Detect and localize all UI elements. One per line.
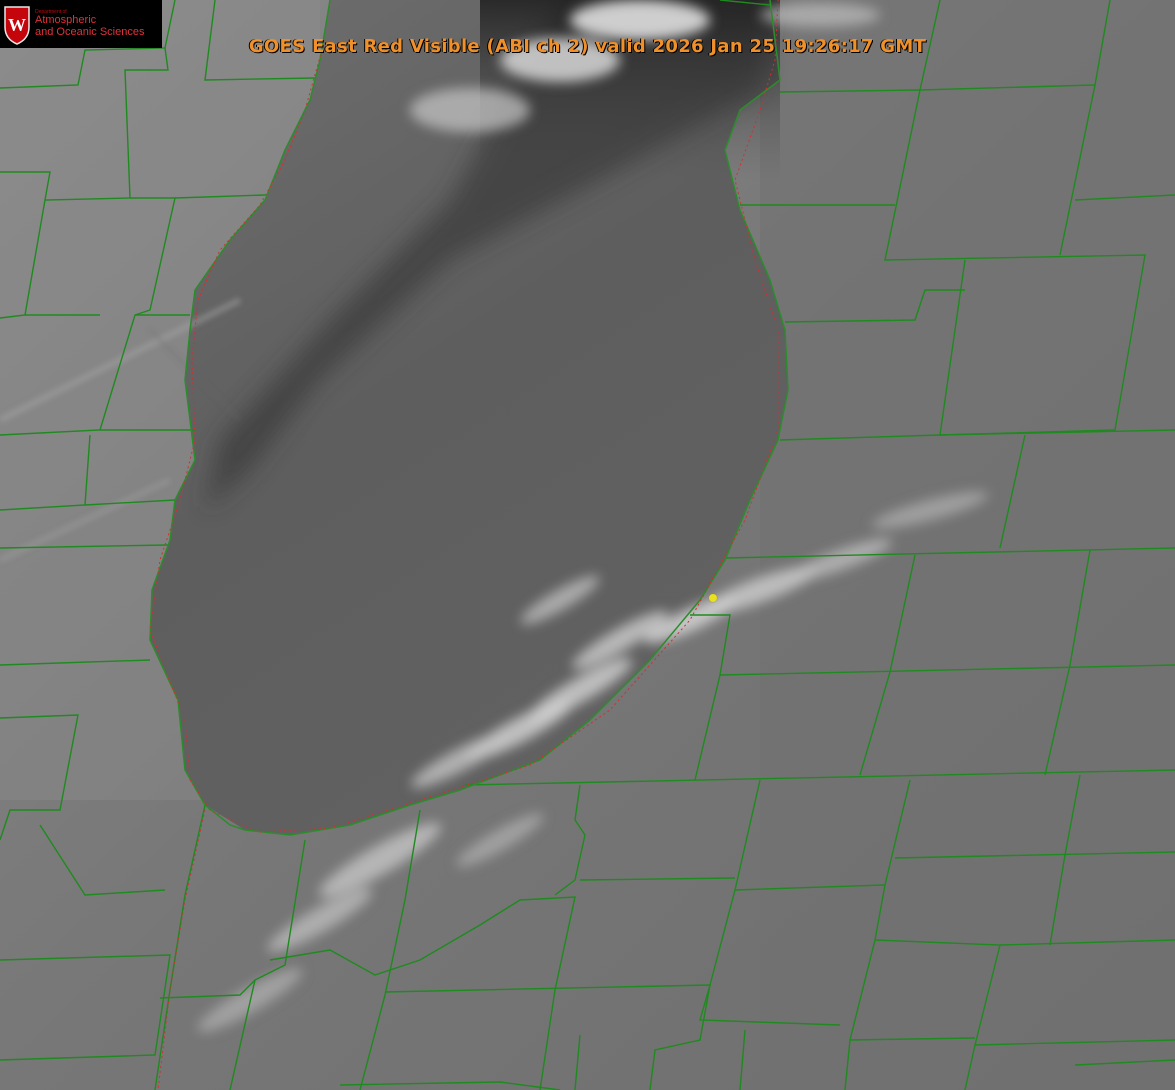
satellite-image bbox=[0, 0, 1175, 1090]
land-haze-east bbox=[760, 0, 1175, 1090]
crest-letter: W bbox=[8, 15, 26, 35]
map-viewer[interactable]: W Department of Atmospheric and Oceanic … bbox=[0, 0, 1175, 1090]
image-title-text: GOES East Red Visible (ABI ch 2) valid 2… bbox=[248, 36, 927, 57]
image-title: GOES East Red Visible (ABI ch 2) valid 2… bbox=[0, 36, 1175, 57]
site-marker[interactable] bbox=[709, 594, 717, 602]
logo-line-1: Atmospheric bbox=[35, 14, 97, 26]
